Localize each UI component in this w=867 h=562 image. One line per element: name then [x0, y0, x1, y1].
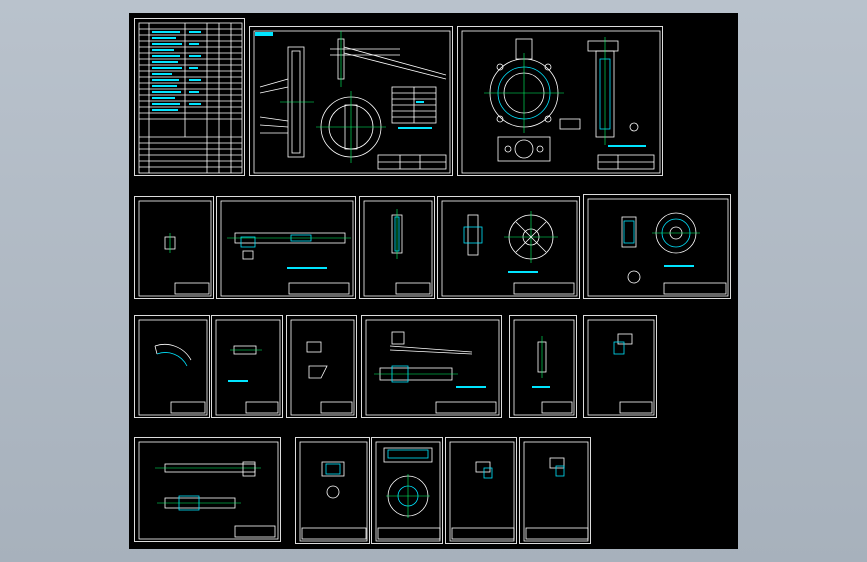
part-sheet-r4-1[interactable] — [134, 437, 281, 542]
part-sheet-r3-3[interactable] — [286, 315, 357, 418]
flange-front-view — [484, 38, 564, 133]
assembly-valve-section[interactable] — [249, 26, 453, 176]
part-sheet-r2-4[interactable] — [437, 196, 580, 299]
bom-sheet[interactable] — [134, 18, 245, 176]
bom-table-graphic — [138, 22, 243, 174]
title-block — [377, 154, 447, 170]
washer-drawing — [523, 441, 589, 542]
part-drawing — [138, 200, 212, 297]
part-sheet-r3-2[interactable] — [211, 315, 283, 418]
lever-drawing — [365, 319, 500, 416]
part-sheet-r2-1[interactable] — [134, 196, 214, 299]
wedge-drawing — [290, 319, 355, 416]
stem-drawing — [138, 441, 279, 540]
part-sheet-r3-1[interactable] — [134, 315, 210, 418]
valve-side-section — [587, 37, 619, 145]
part-sheet-r3-6[interactable] — [583, 315, 657, 418]
valve-handle-lever — [330, 31, 447, 87]
part-sheet-r3-4[interactable] — [361, 315, 502, 418]
part-sheet-r2-2[interactable] — [216, 196, 356, 299]
detail-symbols — [559, 118, 639, 132]
valve-front-drawing — [461, 30, 661, 174]
valve-disc-circle — [316, 91, 386, 163]
title-block — [597, 145, 655, 170]
disc-drawing — [441, 200, 578, 297]
gland-drawing — [299, 441, 368, 542]
sheet-label-mark — [255, 32, 273, 36]
cap-drawing — [587, 319, 655, 416]
part-sheet-r4-4[interactable] — [445, 437, 517, 544]
shaft-drawing — [220, 200, 354, 297]
part-sheet-r4-2[interactable] — [295, 437, 370, 544]
part-sheet-r4-3[interactable] — [371, 437, 443, 544]
part-sheet-r4-5[interactable] — [519, 437, 591, 544]
valve-section-drawing — [253, 30, 451, 174]
ring-segment-drawing — [375, 441, 441, 542]
drawing-canvas[interactable] — [129, 13, 738, 549]
parameter-table — [391, 86, 437, 129]
valve-body-section — [259, 46, 314, 158]
flange-drawing — [587, 198, 729, 297]
part-sheet-r3-5[interactable] — [509, 315, 577, 418]
pin-drawing — [513, 319, 575, 416]
part-sheet-r2-3[interactable] — [359, 196, 435, 299]
flange-bottom-view — [497, 136, 551, 162]
part-sheet-r2-5[interactable] — [583, 194, 731, 299]
bracket-drawing — [215, 319, 281, 416]
segment-drawing — [138, 319, 208, 416]
plate-drawing — [363, 200, 433, 297]
assembly-valve-front[interactable] — [457, 26, 663, 176]
bushing-drawing — [449, 441, 515, 542]
